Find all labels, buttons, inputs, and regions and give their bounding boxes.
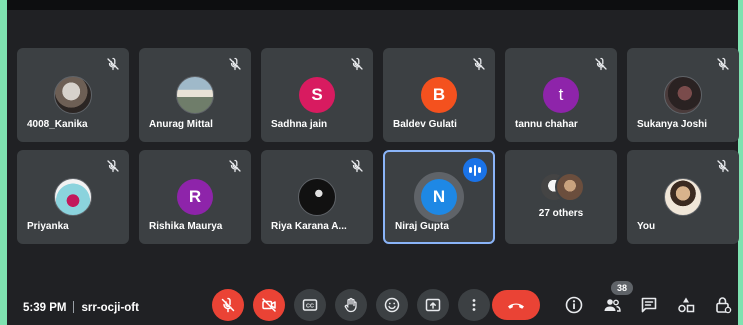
mic-off-icon <box>715 158 731 174</box>
chat-button[interactable] <box>638 294 660 316</box>
participant-tile[interactable]: S Sadhna jain <box>261 48 373 142</box>
participant-name: Niraj Gupta <box>395 221 449 232</box>
participant-tile[interactable]: R Rishika Maurya <box>139 150 251 244</box>
mic-off-icon <box>227 56 243 72</box>
participant-avatar-initial: N <box>421 179 457 215</box>
current-time: 5:39 PM <box>23 302 67 314</box>
participant-photo <box>664 178 702 216</box>
mic-off-icon <box>471 56 487 72</box>
activities-button[interactable] <box>675 294 697 316</box>
participant-photo <box>54 178 92 216</box>
participant-photo <box>298 178 336 216</box>
host-controls-icon <box>716 297 732 314</box>
divider <box>73 301 75 313</box>
host-controls-button[interactable] <box>712 294 734 316</box>
participant-tile[interactable]: Priyanka <box>17 150 129 244</box>
participant-photo <box>54 76 92 114</box>
participant-tile[interactable]: 4008_Kanika <box>17 48 129 142</box>
speaking-indicator-icon <box>463 158 487 182</box>
participant-grid: 4008_Kanika Anurag Mittal S Sadhna jain … <box>17 48 739 244</box>
participant-name: You <box>637 221 656 232</box>
top-bar <box>7 0 738 10</box>
present-icon <box>425 298 441 312</box>
participant-photo <box>664 76 702 114</box>
self-tile[interactable]: You <box>627 150 739 244</box>
mic-off-icon <box>349 56 365 72</box>
mic-toggle-button[interactable] <box>212 289 244 321</box>
emoji-icon <box>384 297 400 313</box>
camera-off-icon <box>262 298 276 312</box>
meeting-code[interactable]: srr-ocji-oft <box>81 302 139 314</box>
captions-button[interactable]: CC <box>294 289 326 321</box>
participant-name: Sukanya Joshi <box>637 119 708 130</box>
participant-name: 4008_Kanika <box>27 119 88 130</box>
more-icon <box>472 299 476 311</box>
participant-avatar-initial: S <box>299 77 335 113</box>
meeting-info: 5:39 PM srr-ocji-oft <box>23 301 139 314</box>
participant-tile-active-speaker[interactable]: N Niraj Gupta <box>383 150 495 244</box>
present-screen-button[interactable] <box>417 289 449 321</box>
emoji-reactions-button[interactable] <box>376 289 408 321</box>
mic-off-icon <box>221 297 235 313</box>
participant-avatar-initial: R <box>177 179 213 215</box>
participant-name: Baldev Gulati <box>393 119 457 130</box>
mic-off-icon <box>227 158 243 174</box>
info-icon <box>565 296 583 314</box>
people-icon <box>604 299 621 312</box>
mic-off-icon <box>593 56 609 72</box>
bottom-control-bar: 5:39 PM srr-ocji-oft CC 38 <box>7 280 738 325</box>
others-tile[interactable]: 27 others <box>505 150 617 244</box>
participant-photo <box>176 76 214 114</box>
participant-name: Rishika Maurya <box>149 221 223 232</box>
participant-name: Priyanka <box>27 221 69 232</box>
leave-call-button[interactable] <box>492 290 540 320</box>
participant-tile[interactable]: Riya Karana A... <box>261 150 373 244</box>
window-edge-left <box>0 0 7 325</box>
more-options-button[interactable] <box>458 289 490 321</box>
mic-off-icon <box>105 158 121 174</box>
participant-name: Anurag Mittal <box>149 119 213 130</box>
participant-name: tannu chahar <box>515 119 578 130</box>
participant-tile[interactable]: Sukanya Joshi <box>627 48 739 142</box>
participant-tile[interactable]: B Baldev Gulati <box>383 48 495 142</box>
participant-avatar-initial: B <box>421 77 457 113</box>
mic-off-icon <box>105 56 121 72</box>
mic-off-icon <box>349 158 365 174</box>
others-count: 27 others <box>538 208 584 219</box>
raise-hand-icon <box>344 297 357 313</box>
people-count-badge: 38 <box>611 281 633 295</box>
captions-icon: CC <box>302 299 318 311</box>
camera-toggle-button[interactable] <box>253 289 285 321</box>
mic-off-icon <box>715 56 731 72</box>
raise-hand-button[interactable] <box>335 289 367 321</box>
participant-avatar-initial: t <box>543 77 579 113</box>
activities-icon <box>678 297 695 313</box>
participant-tile[interactable]: Anurag Mittal <box>139 48 251 142</box>
svg-text:CC: CC <box>306 303 314 309</box>
meeting-details-button[interactable] <box>563 294 585 316</box>
end-call-icon <box>508 303 524 309</box>
others-avatars <box>539 172 585 202</box>
participant-name: Sadhna jain <box>271 119 328 130</box>
participant-tile[interactable]: t tannu chahar <box>505 48 617 142</box>
participant-name: Riya Karana A... <box>271 221 347 232</box>
chat-icon <box>641 297 657 313</box>
show-everyone-button[interactable] <box>601 294 623 316</box>
